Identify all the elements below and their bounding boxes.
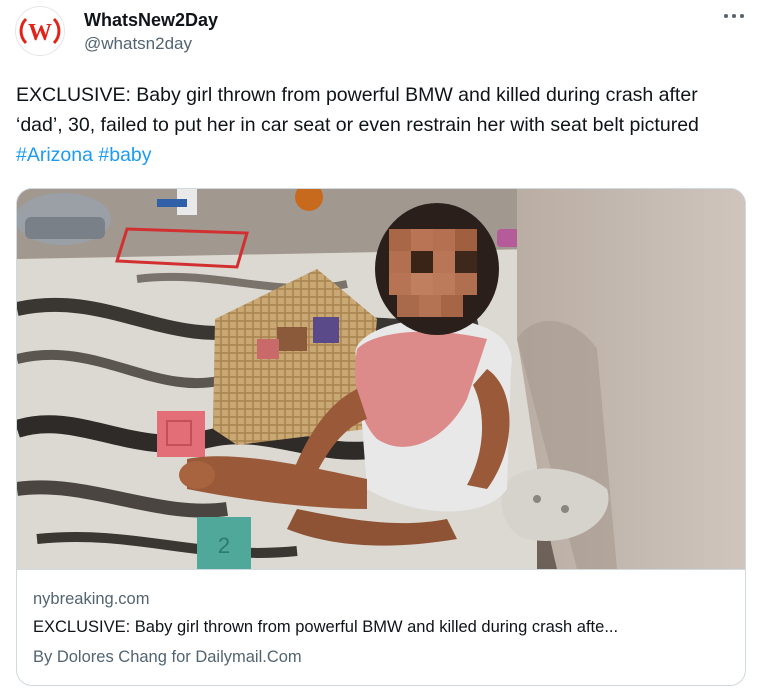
card-title[interactable]: EXCLUSIVE: Baby girl thrown from powerfu… xyxy=(33,618,733,637)
whatsnew2day-logo: W xyxy=(19,17,61,46)
card-image[interactable]: 2 xyxy=(17,189,745,569)
tweet-text: EXCLUSIVE: Baby girl thrown from powerfu… xyxy=(16,80,746,170)
avatar-letter: W xyxy=(28,20,52,46)
link-card[interactable]: 2 nybreaking.com EXCLUSIVE: Baby girl th… xyxy=(16,188,746,686)
author-name[interactable]: WhatsNew2Day xyxy=(84,10,218,31)
more-horizontal-icon xyxy=(724,14,744,18)
card-meta[interactable]: nybreaking.com EXCLUSIVE: Baby girl thro… xyxy=(17,569,745,685)
tweet-body: EXCLUSIVE: Baby girl thrown from powerfu… xyxy=(16,84,699,136)
card-domain: nybreaking.com xyxy=(33,590,150,608)
author-handle[interactable]: @whatsn2day xyxy=(84,34,192,54)
cube-number: 2 xyxy=(218,533,230,558)
hashtag-arizona[interactable]: #Arizona xyxy=(16,144,93,166)
card-byline: By Dolores Chang for Dailymail.Com xyxy=(33,648,302,666)
hashtag-baby[interactable]: #baby xyxy=(98,144,151,166)
avatar[interactable]: W xyxy=(15,6,65,56)
more-options-button[interactable] xyxy=(718,4,750,28)
